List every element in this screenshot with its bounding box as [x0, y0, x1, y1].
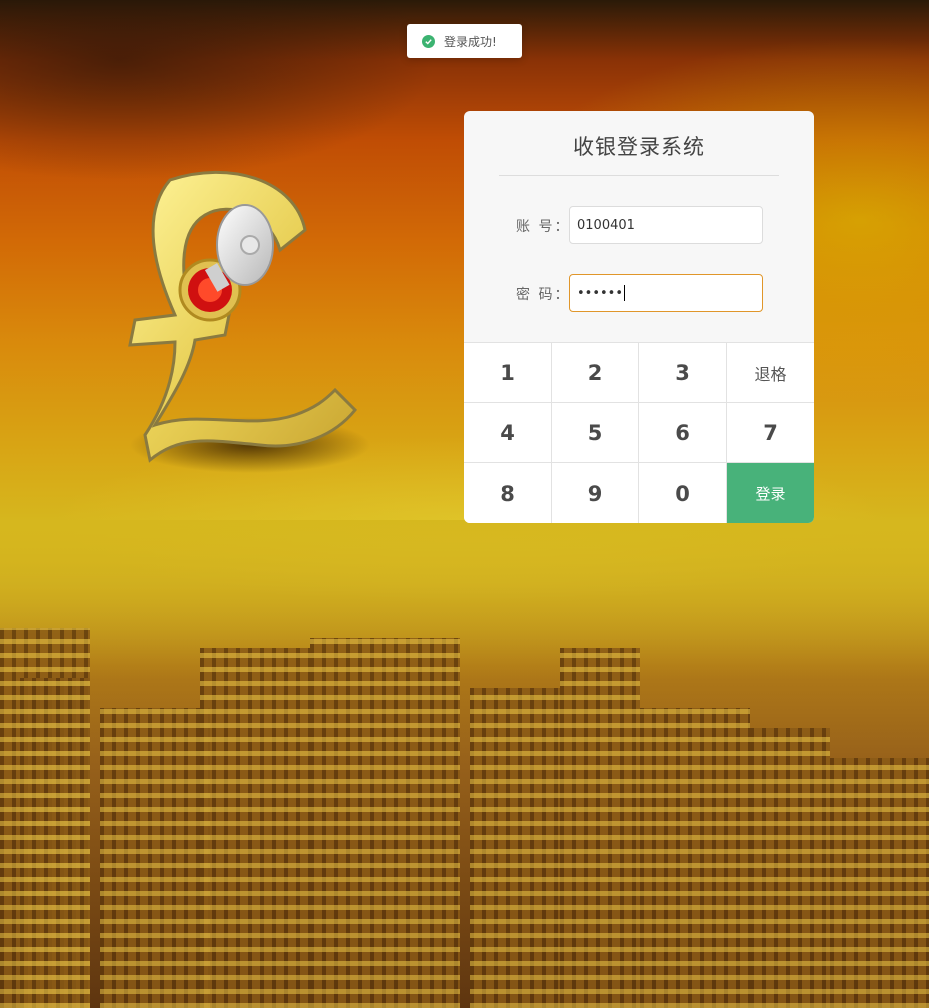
key-1[interactable]: 1 — [464, 343, 552, 403]
key-0[interactable]: 0 — [639, 463, 727, 523]
pound-key-emblem — [128, 170, 370, 473]
login-panel: 收银登录系统 账 号： 0100401 密 码： •••••• 1 2 3 退格… — [464, 111, 814, 523]
text-caret — [624, 285, 626, 301]
backspace-button[interactable]: 退格 — [727, 343, 814, 403]
title-divider — [499, 175, 779, 176]
password-input[interactable]: •••••• — [569, 274, 763, 312]
key-4[interactable]: 4 — [464, 403, 552, 463]
numeric-keypad: 1 2 3 退格 4 5 6 7 8 9 0 登录 — [464, 342, 814, 523]
account-input[interactable]: 0100401 — [569, 206, 763, 244]
key-8[interactable]: 8 — [464, 463, 552, 523]
success-toast: 登录成功! — [407, 24, 522, 58]
key-9[interactable]: 9 — [552, 463, 639, 523]
background-city — [0, 578, 929, 1008]
account-value: 0100401 — [577, 217, 635, 233]
account-label: 账 号： — [516, 219, 571, 235]
login-title: 收银登录系统 — [573, 135, 705, 159]
login-button[interactable]: 登录 — [727, 463, 814, 523]
key-6[interactable]: 6 — [639, 403, 727, 463]
password-label: 密 码： — [516, 287, 571, 303]
key-3[interactable]: 3 — [639, 343, 727, 403]
key-2[interactable]: 2 — [552, 343, 639, 403]
toast-message: 登录成功! — [444, 34, 497, 49]
key-7[interactable]: 7 — [727, 403, 814, 463]
password-value: •••••• — [577, 285, 624, 301]
check-circle-icon — [422, 34, 435, 48]
key-5[interactable]: 5 — [552, 403, 639, 463]
